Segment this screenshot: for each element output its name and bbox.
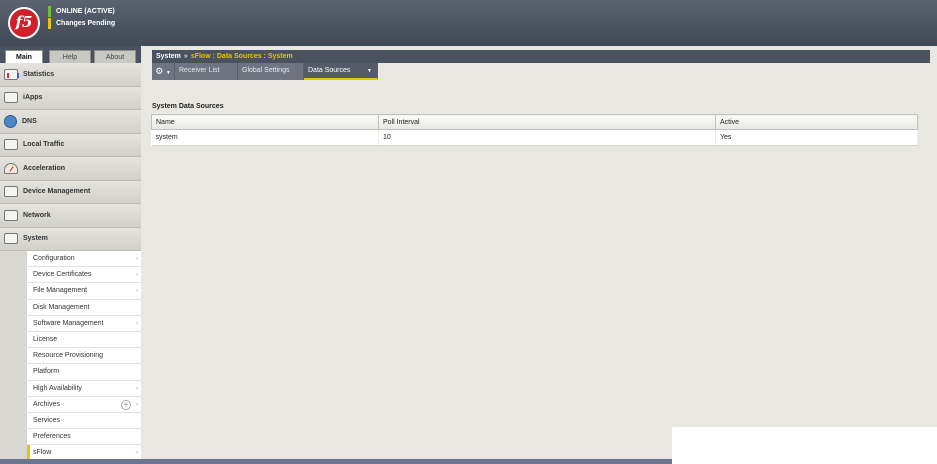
chevron-right-icon: ›	[136, 256, 138, 262]
gear-icon: ⚙	[155, 66, 164, 76]
sidebar-item-dns[interactable]: DNS	[0, 110, 141, 134]
sidebar-item-label: Device Management	[23, 188, 91, 196]
sidebar: Statistics iApps DNS Local Traffic Accel…	[0, 63, 141, 464]
chevron-right-icon: ›	[136, 320, 138, 327]
data-sources-table: Name Poll Interval Active system 10 Yes	[151, 114, 918, 146]
table-header-row: Name Poll Interval Active	[151, 114, 918, 130]
blank-area	[672, 427, 937, 464]
chevron-right-icon: ›	[136, 288, 138, 295]
submenu-preferences[interactable]: Preferences	[27, 429, 141, 446]
sidebar-item-statistics[interactable]: Statistics	[0, 63, 141, 87]
tab-receiver-list[interactable]: Receiver List	[175, 63, 238, 80]
tab-main[interactable]: Main	[5, 50, 43, 64]
status-changes-pending[interactable]: Changes Pending	[48, 18, 115, 29]
breadcrumb: System» sFlow : Data Sources : System	[152, 50, 930, 63]
submenu-device-certificates[interactable]: Device Certificates ›	[27, 267, 141, 284]
status-online: ONLINE (ACTIVE)	[48, 6, 115, 17]
submenu-high-availability[interactable]: High Availability ›	[27, 381, 141, 397]
chevron-right-icon: ›	[136, 272, 138, 279]
submenu-label: Archives	[33, 400, 60, 408]
content-tabbar: ⚙ ▼ Receiver List Global Settings Data S…	[152, 63, 378, 80]
iapps-icon	[4, 92, 18, 104]
submenu-label: Resource Provisioning	[33, 352, 104, 360]
tab-help[interactable]: Help	[49, 50, 91, 63]
gauge-icon	[4, 162, 18, 174]
submenu-label: File Management	[33, 287, 88, 295]
statistics-icon	[4, 68, 19, 80]
submenu-file-management[interactable]: File Management ›	[27, 283, 141, 300]
submenu-disk-management[interactable]: Disk Management	[27, 300, 141, 316]
section-title: System Data Sources	[152, 103, 224, 110]
sidebar-item-label: Network	[23, 211, 51, 219]
tab-data-sources[interactable]: Data Sources ▼	[304, 63, 378, 80]
device-icon	[4, 186, 18, 198]
tab-global-settings[interactable]: Global Settings	[238, 63, 304, 80]
submenu-label: Device Certificates	[33, 271, 92, 279]
submenu-resource-provisioning[interactable]: Resource Provisioning	[27, 348, 141, 365]
tab-label: Data Sources	[308, 67, 351, 74]
status-panel: ONLINE (ACTIVE) Changes Pending	[48, 6, 115, 29]
sidebar-item-label: Acceleration	[23, 164, 66, 172]
sidebar-item-system[interactable]: System	[0, 227, 141, 251]
sidebar-item-label: System	[23, 235, 48, 243]
submenu-services[interactable]: Services	[27, 413, 141, 430]
network-icon	[4, 209, 18, 221]
breadcrumb-separator: »	[183, 53, 188, 60]
submenu-platform[interactable]: Platform	[27, 364, 141, 381]
sidebar-item-local-traffic[interactable]: Local Traffic	[0, 133, 141, 157]
table-row[interactable]: system 10 Yes	[151, 129, 918, 146]
submenu-label: Services	[33, 416, 60, 424]
submenu-software-management[interactable]: Software Management ›	[27, 316, 141, 332]
column-header-name[interactable]: Name	[151, 114, 379, 130]
sidebar-item-network[interactable]: Network	[0, 204, 141, 228]
submenu-label: Configuration	[33, 255, 75, 262]
chevron-right-icon: ›	[136, 385, 138, 392]
submenu-license[interactable]: License	[27, 332, 141, 349]
sidebar-item-label: DNS	[22, 117, 37, 125]
system-icon	[4, 233, 18, 245]
breadcrumb-root[interactable]: System	[156, 53, 181, 60]
sidebar-item-iapps[interactable]: iApps	[0, 86, 141, 110]
submenu-label: Disk Management	[33, 303, 90, 311]
submenu-label: High Availability	[33, 384, 82, 392]
submenu-configuration[interactable]: Configuration ›	[27, 251, 141, 268]
add-icon[interactable]: +	[121, 399, 131, 410]
cell-active: Yes	[715, 129, 918, 146]
tab-about[interactable]: About	[94, 50, 136, 63]
cell-poll-interval: 10	[378, 129, 716, 146]
submenu-label: License	[33, 335, 58, 343]
sidebar-item-label: Statistics	[23, 70, 55, 78]
submenu-label: Software Management	[33, 319, 104, 327]
submenu-label: Platform	[33, 368, 60, 376]
settings-menu[interactable]: ⚙ ▼	[152, 63, 175, 80]
caret-down-icon: ▼	[165, 70, 171, 76]
sidebar-item-label: Local Traffic	[23, 141, 65, 149]
cell-name[interactable]: system	[151, 129, 379, 146]
sidebar-item-device-management[interactable]: Device Management	[0, 180, 141, 204]
top-header: f5 ONLINE (ACTIVE) Changes Pending	[0, 0, 937, 46]
taskbar	[0, 459, 672, 464]
globe-icon	[4, 114, 17, 128]
system-submenu: Configuration › Device Certificates › File…	[27, 251, 141, 462]
submenu-archives[interactable]: Archives + ›	[27, 397, 141, 413]
breadcrumb-path: sFlow : Data Sources : System	[190, 53, 293, 60]
caret-down-icon[interactable]: ▼	[367, 63, 372, 79]
f5-logo[interactable]: f5	[8, 7, 40, 39]
submenu-label: sFlow	[33, 449, 52, 457]
chevron-right-icon: ›	[136, 401, 138, 408]
column-header-active[interactable]: Active	[715, 114, 918, 130]
sidebar-item-acceleration[interactable]: Acceleration	[0, 157, 141, 181]
submenu-label: Preferences	[33, 433, 71, 441]
column-header-poll-interval[interactable]: Poll Interval	[378, 114, 716, 130]
local-traffic-icon	[4, 139, 18, 151]
nav-tabs: Main Help About	[0, 46, 141, 64]
sidebar-item-label: iApps	[23, 94, 43, 102]
